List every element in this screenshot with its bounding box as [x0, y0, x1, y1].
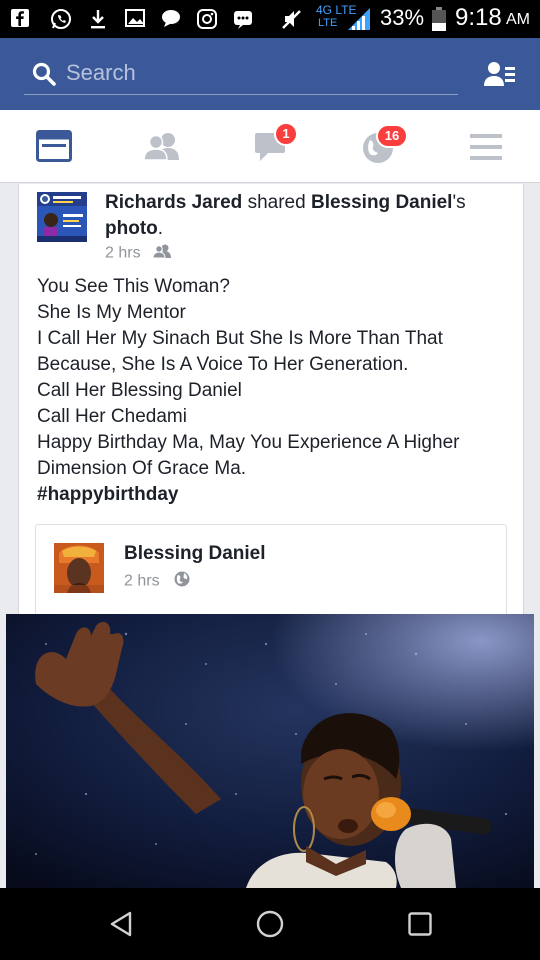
clock: 9:18	[455, 4, 502, 31]
post-header-line: Richards Jared shared Blessing Daniel's …	[105, 190, 505, 242]
shared-author-avatar[interactable]	[54, 543, 104, 593]
shared-target-name[interactable]: Blessing Daniel	[311, 192, 453, 213]
tab-friend-requests[interactable]	[143, 132, 180, 165]
friend-list-icon[interactable]	[484, 60, 516, 93]
tab-menu[interactable]	[470, 134, 502, 165]
period: .	[157, 218, 164, 239]
post-line: Dimension Of Grace Ma.	[37, 458, 247, 479]
signal-icon	[346, 8, 372, 35]
post-line: You See This Woman?	[37, 276, 230, 297]
bbm-icon	[232, 8, 254, 30]
post-body: You See This Woman? She Is My Mentor I C…	[37, 274, 517, 508]
recents-icon[interactable]	[408, 912, 432, 941]
post-line: She Is My Mentor	[37, 302, 186, 323]
post-timestamp[interactable]: 2 hrs	[105, 244, 172, 263]
messages-badge: 1	[274, 122, 298, 146]
status-bar: 4G LTE LTE 33% 9:18 AM	[0, 0, 540, 38]
battery-icon	[432, 7, 446, 36]
shared-object-link[interactable]: photo	[105, 218, 158, 239]
download-icon	[88, 8, 108, 30]
chat-bubble-icon	[160, 8, 182, 30]
shared-timestamp[interactable]: 2 hrs	[124, 571, 190, 592]
clock-ampm: AM	[506, 11, 530, 28]
post-line: Happy Birthday Ma, May You Experience A …	[37, 432, 460, 453]
shared-photo[interactable]	[6, 614, 534, 888]
tab-bar: 1 16	[0, 110, 540, 183]
notifications-badge: 16	[376, 124, 408, 148]
search-bar[interactable]: Search	[24, 54, 458, 95]
instagram-icon	[196, 8, 218, 30]
friends-audience-icon	[152, 244, 172, 263]
facebook-notification-icon	[10, 8, 30, 30]
possessive: 's	[452, 192, 466, 213]
top-header: Search	[0, 38, 540, 110]
whatsapp-icon	[50, 8, 72, 30]
post-line: Call Her Blessing Daniel	[37, 380, 242, 401]
system-nav-bar	[0, 888, 540, 960]
home-icon[interactable]	[256, 910, 284, 943]
mute-icon	[280, 8, 304, 30]
network-type-sub: LTE	[318, 17, 338, 29]
post-line: Because, She Is A Voice To Her Generatio…	[37, 354, 409, 375]
post-author-avatar[interactable]	[37, 192, 87, 242]
tab-news-feed[interactable]	[36, 130, 72, 167]
search-placeholder[interactable]: Search	[66, 60, 136, 86]
shared-post-card[interactable]: Blessing Daniel 2 hrs	[35, 524, 507, 626]
post-time[interactable]: 2 hrs	[105, 245, 141, 262]
shared-author-name[interactable]: Blessing Daniel	[124, 543, 266, 565]
shared-word: shared	[247, 192, 306, 213]
public-globe-icon	[174, 571, 190, 592]
hashtag-link[interactable]: #happybirthday	[37, 482, 517, 508]
battery-percent: 33%	[380, 5, 425, 30]
post-line: Call Her Chedami	[37, 406, 187, 427]
gallery-icon	[124, 8, 146, 30]
post-line: I Call Her My Sinach But She Is More Tha…	[37, 328, 443, 349]
search-icon[interactable]	[32, 62, 56, 91]
shared-time[interactable]: 2 hrs	[124, 573, 160, 590]
post-author-name[interactable]: Richards Jared	[105, 192, 242, 213]
back-icon[interactable]	[108, 910, 134, 943]
